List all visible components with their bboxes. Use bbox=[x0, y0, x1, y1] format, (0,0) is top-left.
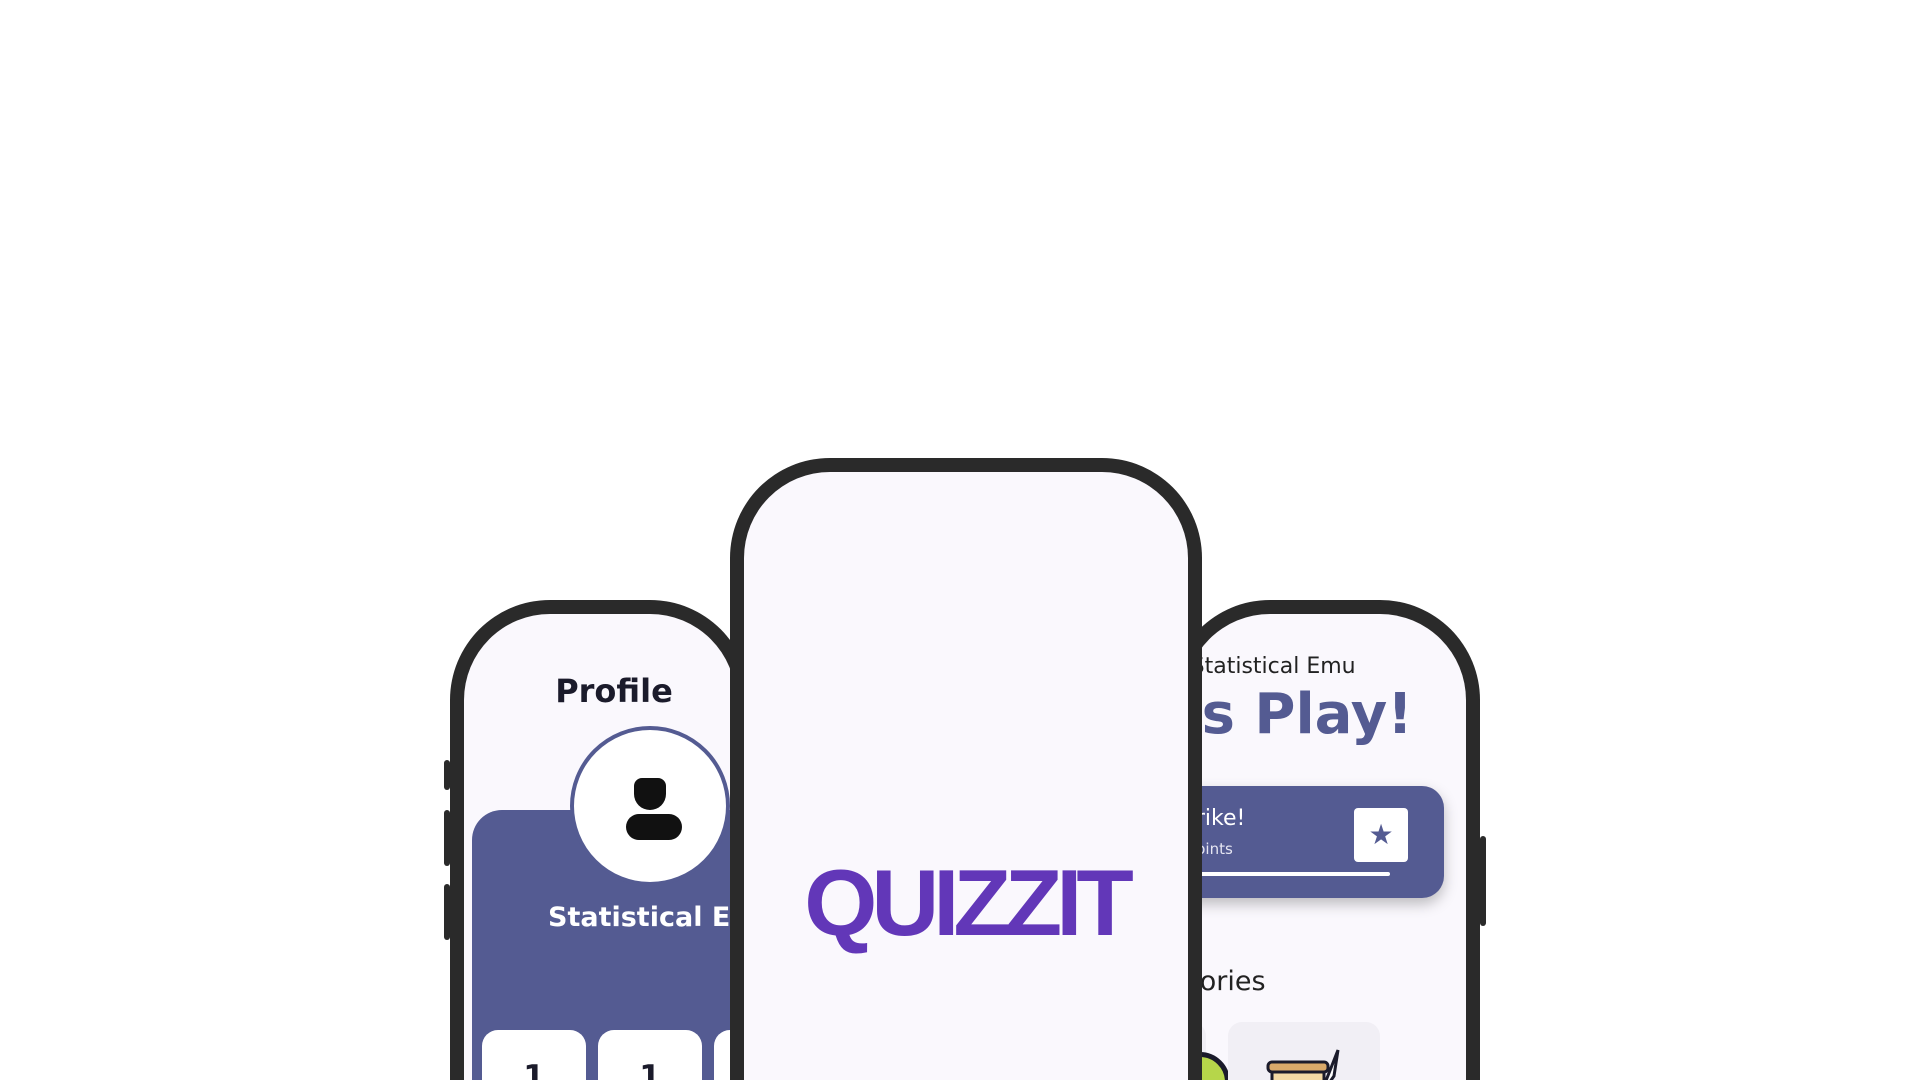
play-screen: Hi, Statistical Emu Let's Play! First St… bbox=[1184, 614, 1466, 1080]
scroll-quill-icon bbox=[1266, 1049, 1340, 1080]
phone-side-button bbox=[444, 810, 450, 866]
splash-screen: QUIZZIT bbox=[744, 472, 1188, 1080]
phone-power-button bbox=[1480, 836, 1486, 926]
phone-play: Hi, Statistical Emu Let's Play! First St… bbox=[1170, 600, 1486, 1080]
page-title: Profile bbox=[555, 672, 673, 710]
user-icon bbox=[634, 778, 666, 810]
greeting-text: Hi, Statistical Emu bbox=[1184, 654, 1356, 679]
stat-box: 1 bbox=[482, 1030, 586, 1080]
user-icon-body bbox=[626, 814, 682, 840]
phone-side-button bbox=[444, 760, 450, 790]
star-icon[interactable]: ★ bbox=[1354, 808, 1408, 862]
quizzit-logo: QUIZZIT bbox=[804, 850, 1134, 955]
streak-card[interactable]: First Strike! Earn 10 points ★ bbox=[1184, 786, 1444, 898]
category-tile[interactable] bbox=[1228, 1022, 1380, 1080]
play-headline: Let's Play! bbox=[1184, 682, 1413, 747]
streak-progress-bar bbox=[1184, 872, 1390, 876]
phone-side-button bbox=[444, 884, 450, 940]
profile-user-name: Statistical Emu bbox=[548, 902, 736, 933]
phone-profile: Profile Statistical Emu 1 1 1 bbox=[444, 600, 750, 1080]
stat-box: 1 bbox=[598, 1030, 702, 1080]
avatar[interactable] bbox=[570, 726, 730, 886]
profile-screen: Profile Statistical Emu 1 1 1 bbox=[464, 614, 736, 1080]
phone-splash: QUIZZIT bbox=[730, 458, 1202, 1080]
